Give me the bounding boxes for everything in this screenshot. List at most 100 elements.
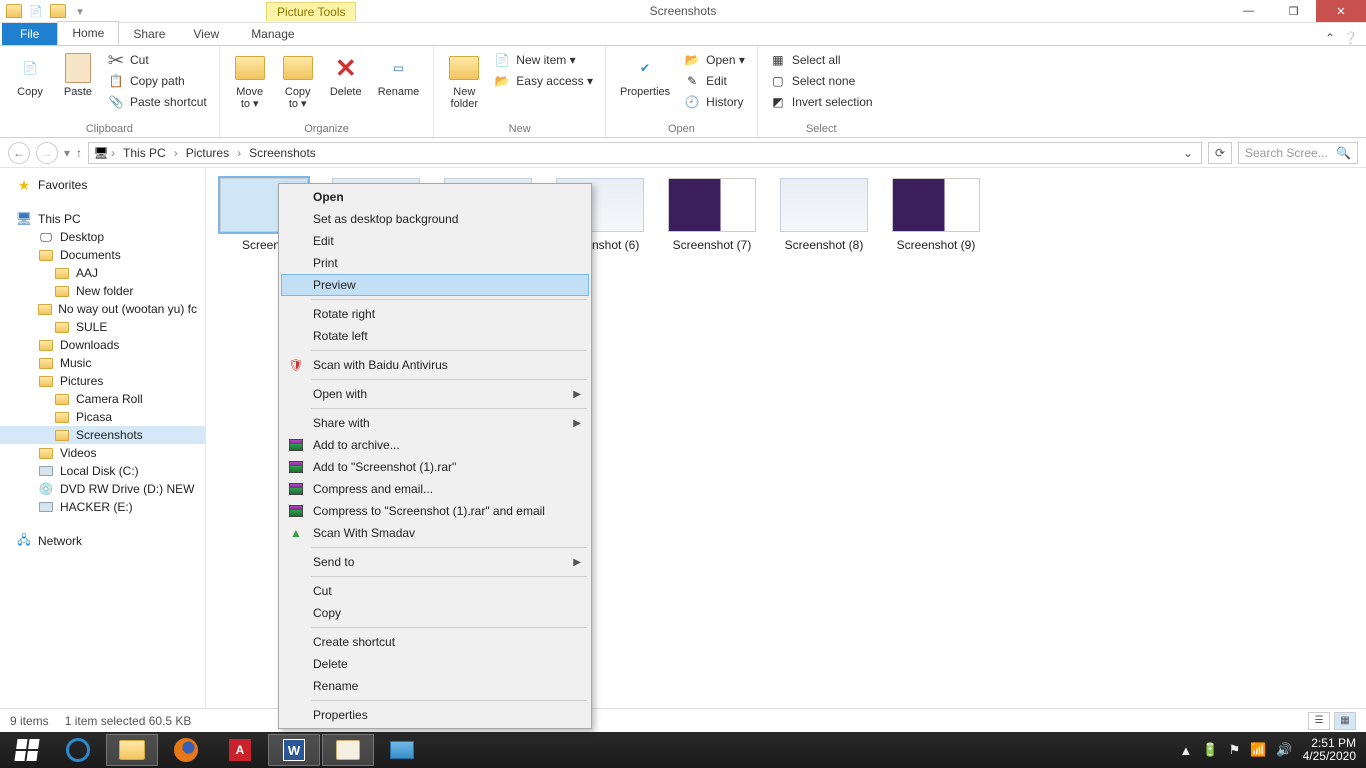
- back-button[interactable]: ←: [8, 142, 30, 164]
- ctx-open[interactable]: Open: [281, 186, 589, 208]
- select-none-button[interactable]: ▢Select none: [766, 71, 877, 91]
- history-button[interactable]: 🕘History: [680, 92, 749, 112]
- sidebar-picasa[interactable]: Picasa: [0, 408, 205, 426]
- rename-button[interactable]: ▭Rename: [372, 50, 426, 100]
- file-thumbnail[interactable]: Screenshot (7): [666, 178, 758, 252]
- address-dropdown-icon[interactable]: ⌄: [1183, 146, 1193, 160]
- crumb-pictures[interactable]: Pictures: [180, 146, 235, 160]
- sidebar-network[interactable]: 🖧Network: [0, 532, 205, 550]
- ctx-open-with[interactable]: Open with▶: [281, 383, 589, 405]
- crumb-screenshots[interactable]: Screenshots: [243, 146, 322, 160]
- file-thumbnail[interactable]: Screenshot (8): [778, 178, 870, 252]
- ctx-send-to[interactable]: Send to▶: [281, 551, 589, 573]
- ctx-print[interactable]: Print: [281, 252, 589, 274]
- delete-button[interactable]: ✕Delete: [324, 50, 368, 100]
- volume-icon[interactable]: 🔊: [1276, 742, 1292, 758]
- sidebar-desktop[interactable]: 🖵Desktop: [0, 228, 205, 246]
- network-icon[interactable]: 📶: [1250, 742, 1266, 758]
- tab-manage[interactable]: Manage: [237, 23, 308, 45]
- tab-view[interactable]: View: [179, 23, 233, 45]
- ctx-set-background[interactable]: Set as desktop background: [281, 208, 589, 230]
- ctx-cut[interactable]: Cut: [281, 580, 589, 602]
- paste-shortcut-button[interactable]: 📎Paste shortcut: [104, 92, 211, 112]
- tab-share[interactable]: Share: [119, 23, 179, 45]
- ctx-properties[interactable]: Properties: [281, 704, 589, 726]
- new-folder-icon[interactable]: [48, 2, 68, 20]
- forward-button[interactable]: →: [36, 142, 58, 164]
- taskbar-paint[interactable]: [322, 734, 374, 766]
- ctx-share-with[interactable]: Share with▶: [281, 412, 589, 434]
- folder-icon[interactable]: [4, 2, 24, 20]
- move-to-button[interactable]: Move to ▾: [228, 50, 272, 112]
- tab-file[interactable]: File: [2, 23, 57, 45]
- edit-button[interactable]: ✎Edit: [680, 71, 749, 91]
- crumb-this-pc[interactable]: This PC: [117, 146, 172, 160]
- ctx-delete[interactable]: Delete: [281, 653, 589, 675]
- taskbar-firefox[interactable]: [160, 734, 212, 766]
- tab-home[interactable]: Home: [57, 21, 119, 45]
- sidebar-downloads[interactable]: Downloads: [0, 336, 205, 354]
- ctx-add-rar[interactable]: Add to "Screenshot (1).rar": [281, 456, 589, 478]
- ctx-add-archive[interactable]: Add to archive...: [281, 434, 589, 456]
- thumbnails-view-button[interactable]: ▦: [1334, 712, 1356, 730]
- taskbar-word[interactable]: W: [268, 734, 320, 766]
- search-input[interactable]: Search Scree... 🔍: [1238, 142, 1358, 164]
- new-item-button[interactable]: 📄New item ▾: [490, 50, 597, 70]
- sidebar-doc-aaj[interactable]: AAJ: [0, 264, 205, 282]
- start-button[interactable]: [4, 734, 50, 766]
- ctx-compress-email[interactable]: Compress and email...: [281, 478, 589, 500]
- select-all-button[interactable]: ▦Select all: [766, 50, 877, 70]
- taskbar-ie[interactable]: [52, 734, 104, 766]
- sidebar-videos[interactable]: Videos: [0, 444, 205, 462]
- ctx-edit[interactable]: Edit: [281, 230, 589, 252]
- minimize-button[interactable]: —: [1226, 0, 1271, 22]
- cut-button[interactable]: ✂Cut: [104, 50, 211, 70]
- copy-button[interactable]: 📄Copy: [8, 50, 52, 100]
- sidebar-documents[interactable]: Documents: [0, 246, 205, 264]
- open-button[interactable]: 📂Open ▾: [680, 50, 749, 70]
- sidebar-music[interactable]: Music: [0, 354, 205, 372]
- new-folder-button[interactable]: New folder: [442, 50, 486, 112]
- details-view-button[interactable]: ☰: [1308, 712, 1330, 730]
- chevron-right-icon[interactable]: ›: [172, 146, 180, 160]
- invert-selection-button[interactable]: ◩Invert selection: [766, 92, 877, 112]
- ctx-smadav[interactable]: ▲Scan With Smadav: [281, 522, 589, 544]
- tray-up-icon[interactable]: ▲: [1180, 743, 1193, 758]
- sidebar-dvd-drive[interactable]: 💿DVD RW Drive (D:) NEW: [0, 480, 205, 498]
- ctx-baidu-scan[interactable]: 🛡Scan with Baidu Antivirus: [281, 354, 589, 376]
- battery-icon[interactable]: 🔋: [1202, 742, 1218, 758]
- sidebar-favorites[interactable]: ★Favorites: [0, 176, 205, 194]
- sidebar-doc-new-folder[interactable]: New folder: [0, 282, 205, 300]
- sidebar-doc-sule[interactable]: SULE: [0, 318, 205, 336]
- help-icon[interactable]: ❔: [1343, 31, 1358, 45]
- ctx-compress-rar-email[interactable]: Compress to "Screenshot (1).rar" and ema…: [281, 500, 589, 522]
- chevron-right-icon[interactable]: ›: [109, 146, 117, 160]
- taskbar-photos[interactable]: [376, 734, 428, 766]
- ctx-rename[interactable]: Rename: [281, 675, 589, 697]
- up-button[interactable]: ↑: [76, 146, 82, 160]
- properties-icon[interactable]: 📄: [26, 2, 46, 20]
- maximize-button[interactable]: ❐: [1271, 0, 1316, 22]
- taskbar-explorer[interactable]: [106, 734, 158, 766]
- sidebar-this-pc[interactable]: 🖥This PC: [0, 210, 205, 228]
- paste-button[interactable]: Paste: [56, 50, 100, 100]
- sidebar-pictures[interactable]: Pictures: [0, 372, 205, 390]
- chevron-right-icon[interactable]: ›: [235, 146, 243, 160]
- ctx-create-shortcut[interactable]: Create shortcut: [281, 631, 589, 653]
- ctx-rotate-left[interactable]: Rotate left: [281, 325, 589, 347]
- properties-button[interactable]: ✔Properties: [614, 50, 676, 100]
- sidebar-doc-nowayout[interactable]: No way out (wootan yu) fc: [0, 300, 205, 318]
- ribbon-collapse-icon[interactable]: ⌃: [1325, 31, 1335, 45]
- taskbar-clock[interactable]: 2:51 PM 4/25/2020: [1303, 737, 1356, 763]
- copy-path-button[interactable]: 📋Copy path: [104, 71, 211, 91]
- close-button[interactable]: ✕: [1316, 0, 1366, 22]
- sidebar-hacker-e[interactable]: HACKER (E:): [0, 498, 205, 516]
- breadcrumb[interactable]: 🖥 › This PC › Pictures › Screenshots ⌄: [88, 142, 1202, 164]
- ctx-copy[interactable]: Copy: [281, 602, 589, 624]
- flag-icon[interactable]: ⚑: [1229, 742, 1241, 758]
- recent-dropdown-icon[interactable]: ▾: [64, 146, 70, 160]
- ctx-rotate-right[interactable]: Rotate right: [281, 303, 589, 325]
- easy-access-button[interactable]: 📂Easy access ▾: [490, 71, 597, 91]
- sidebar-camera-roll[interactable]: Camera Roll: [0, 390, 205, 408]
- sidebar-local-disk-c[interactable]: Local Disk (C:): [0, 462, 205, 480]
